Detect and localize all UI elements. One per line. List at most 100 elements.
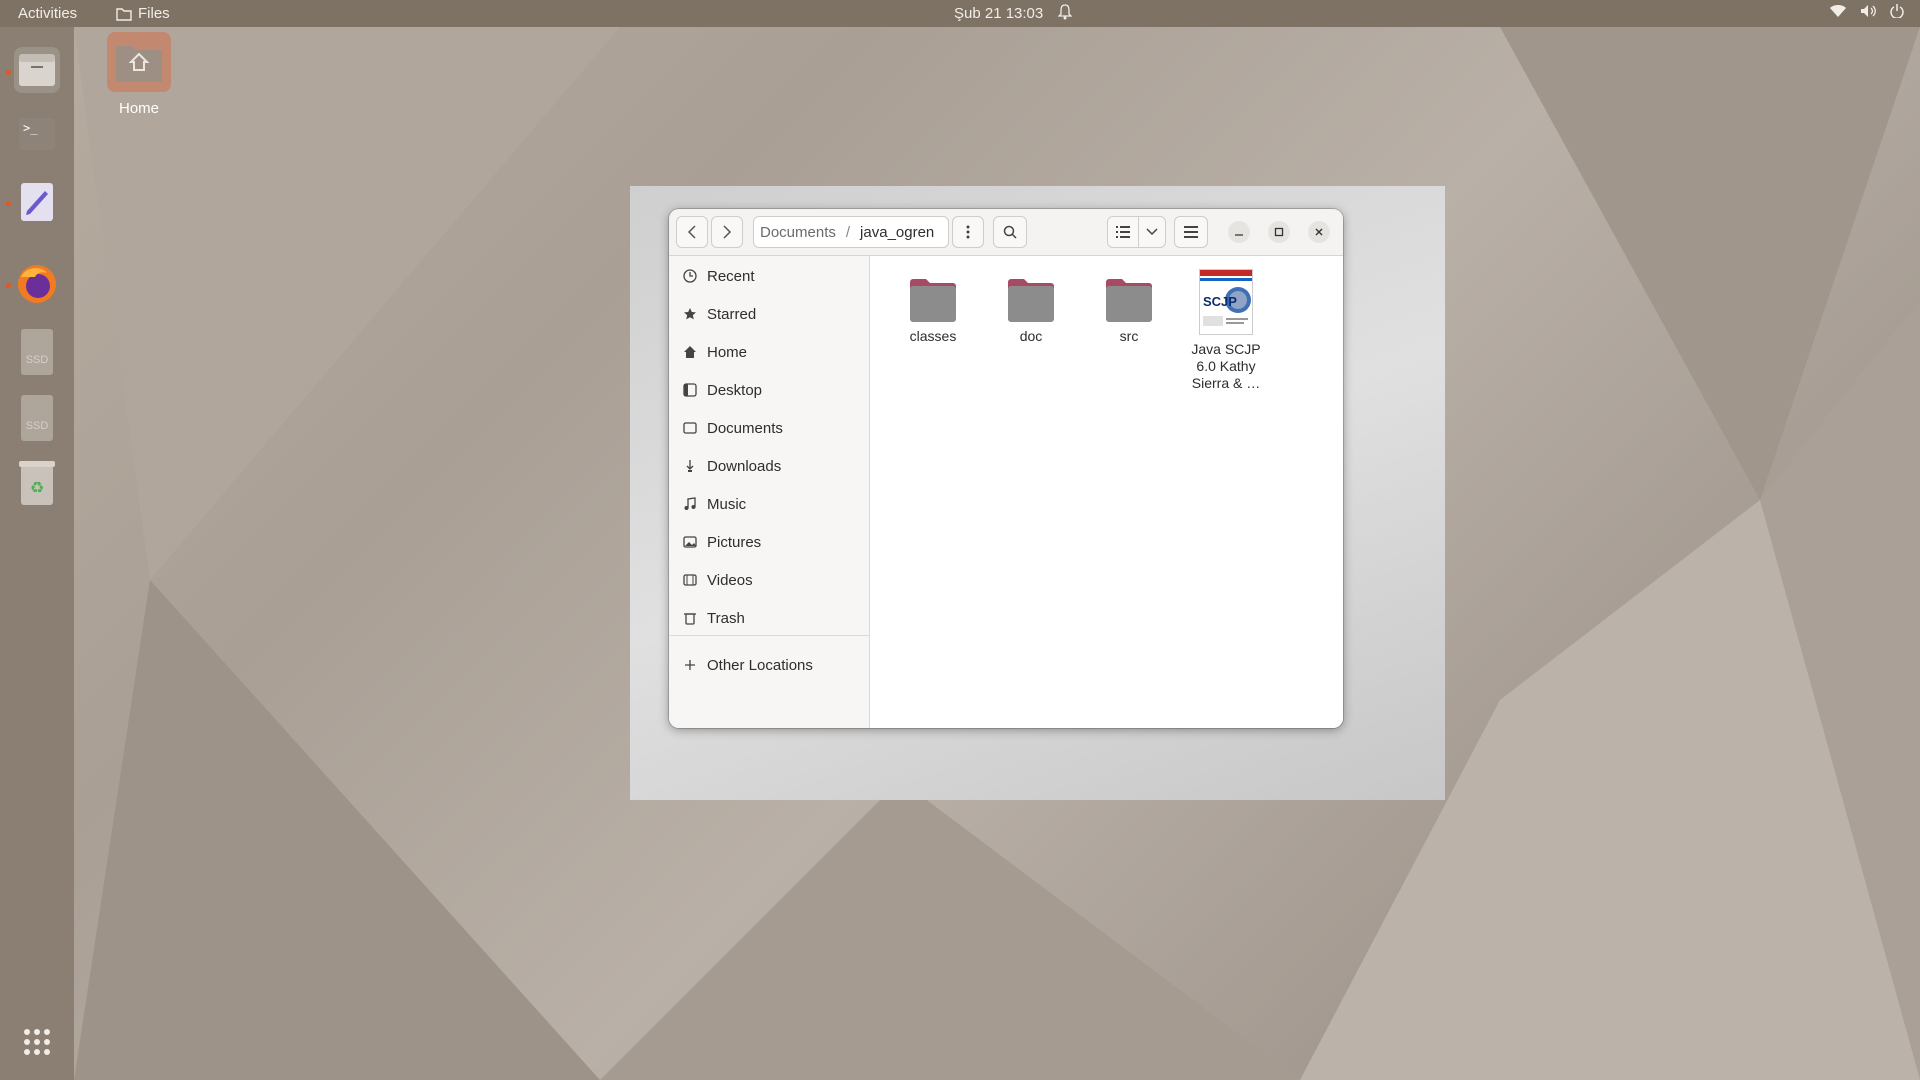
volume-icon	[1861, 5, 1876, 17]
document-icon	[681, 421, 699, 435]
firefox-icon[interactable]	[14, 261, 60, 307]
forward-button[interactable]	[711, 216, 743, 248]
book-cover-title: SCJP	[1203, 294, 1237, 309]
file-name: src	[1119, 328, 1139, 344]
download-icon	[681, 459, 699, 473]
wifi-icon	[1830, 5, 1846, 17]
close-button[interactable]	[1308, 221, 1330, 243]
view-list-button[interactable]	[1107, 216, 1139, 248]
folder-icon	[910, 278, 956, 322]
file-view: classes doc src SCJP Java SCJP 6.0 Kathy…	[870, 256, 1343, 728]
home-folder-icon	[107, 32, 171, 92]
notification-bell-icon[interactable]	[1057, 4, 1073, 24]
files-icon[interactable]	[14, 47, 60, 93]
sidebar-item-documents[interactable]: Documents	[669, 411, 869, 445]
minimize-button[interactable]	[1228, 221, 1250, 243]
breadcrumb-separator: /	[845, 223, 851, 241]
plus-icon	[681, 659, 699, 671]
file-item-scjp-book[interactable]: SCJP Java SCJP 6.0 Kathy Sierra & …	[1183, 269, 1269, 392]
folder-icon	[1008, 278, 1054, 322]
sidebar-item-label: Downloads	[707, 457, 782, 475]
header-bar: Documents / java_ogren	[669, 209, 1343, 256]
file-item-doc[interactable]: doc	[988, 278, 1074, 345]
desktop-icon	[681, 383, 699, 397]
ssd-label: SSD	[26, 354, 49, 366]
sidebar-item-label: Desktop	[707, 381, 763, 399]
chevron-left-icon	[687, 225, 696, 239]
file-item-classes[interactable]: classes	[890, 278, 976, 345]
terminal-icon[interactable]: >_	[14, 111, 60, 157]
sidebar-item-label: Home	[707, 343, 748, 361]
folder-icon	[1106, 278, 1152, 322]
sidebar-item-label: Other Locations	[707, 656, 813, 674]
text-editor-icon[interactable]	[14, 179, 60, 225]
sidebar-item-label: Documents	[707, 419, 783, 437]
minimize-icon	[1235, 234, 1243, 236]
breadcrumb: Documents / java_ogren	[753, 216, 949, 248]
ssd-drive-icon[interactable]: SSD	[14, 395, 60, 441]
sidebar-item-desktop[interactable]: Desktop	[669, 373, 869, 407]
desktop-home-folder[interactable]: Home	[104, 32, 174, 117]
star-icon	[681, 307, 699, 321]
close-icon	[1315, 228, 1323, 236]
kebab-menu-icon	[966, 225, 970, 239]
sidebar-item-other-locations[interactable]: Other Locations	[669, 648, 869, 682]
hamburger-icon	[1184, 226, 1198, 238]
system-tray[interactable]	[1830, 4, 1904, 18]
file-name: classes	[909, 328, 957, 344]
chevron-right-icon	[723, 225, 732, 239]
home-icon	[681, 345, 699, 359]
sidebar-item-music[interactable]: Music	[669, 487, 869, 521]
sidebar-divider	[669, 635, 869, 636]
search-button[interactable]	[993, 216, 1027, 248]
running-indicator	[6, 283, 11, 288]
running-indicator	[6, 201, 11, 206]
book-cover-thumbnail: SCJP	[1199, 269, 1253, 335]
music-icon	[681, 497, 699, 511]
chevron-down-icon	[1146, 228, 1158, 236]
sidebar-item-trash[interactable]: Trash	[669, 601, 869, 635]
clock-icon	[681, 269, 699, 283]
search-icon	[1003, 225, 1017, 239]
top-bar: Activities Files Şub 21 13:03	[0, 0, 1920, 27]
video-icon	[681, 573, 699, 587]
picture-icon	[681, 535, 699, 549]
sidebar-item-label: Starred	[707, 305, 757, 323]
ssd-drive-icon[interactable]: SSD	[14, 329, 60, 375]
sidebar-item-videos[interactable]: Videos	[669, 563, 869, 597]
sidebar-item-downloads[interactable]: Downloads	[669, 449, 869, 483]
folder-icon	[116, 7, 132, 21]
sidebar-item-home[interactable]: Home	[669, 335, 869, 369]
path-menu-button[interactable]	[952, 216, 984, 248]
file-name: Java SCJP 6.0 Kathy Sierra & …	[1191, 341, 1261, 391]
sidebar-item-starred[interactable]: Starred	[669, 297, 869, 331]
maximize-button[interactable]	[1268, 221, 1290, 243]
file-item-src[interactable]: src	[1086, 278, 1172, 345]
app-menu[interactable]: Files	[116, 5, 170, 22]
sidebar: Recent Starred Home Desktop Documents Do…	[669, 256, 870, 728]
trash-icon[interactable]: ♻	[14, 461, 60, 507]
sidebar-item-label: Pictures	[707, 533, 762, 551]
desktop-home-label: Home	[118, 100, 159, 117]
clock[interactable]: Şub 21 13:03	[954, 5, 1043, 22]
ssd-label: SSD	[26, 420, 49, 432]
svg-text:♻: ♻	[30, 480, 44, 497]
app-name: Files	[138, 5, 170, 22]
list-view-icon	[1116, 226, 1130, 238]
file-name: doc	[1019, 328, 1043, 344]
main-menu-button[interactable]	[1174, 216, 1208, 248]
sidebar-item-label: Music	[707, 495, 747, 513]
sidebar-item-label: Videos	[707, 571, 753, 589]
breadcrumb-parent[interactable]: Documents	[760, 224, 836, 241]
breadcrumb-current[interactable]: java_ogren	[860, 224, 934, 241]
trash-icon	[681, 611, 699, 625]
dock: >_ SSD SSD ♻	[0, 27, 74, 1080]
app-grid-icon[interactable]	[14, 1019, 60, 1065]
view-options-button[interactable]	[1138, 216, 1166, 248]
svg-text:>_: >_	[23, 121, 38, 135]
sidebar-item-recent[interactable]: Recent	[669, 259, 869, 293]
back-button[interactable]	[676, 216, 708, 248]
running-indicator	[6, 70, 11, 75]
activities-button[interactable]: Activities	[18, 5, 77, 22]
sidebar-item-pictures[interactable]: Pictures	[669, 525, 869, 559]
